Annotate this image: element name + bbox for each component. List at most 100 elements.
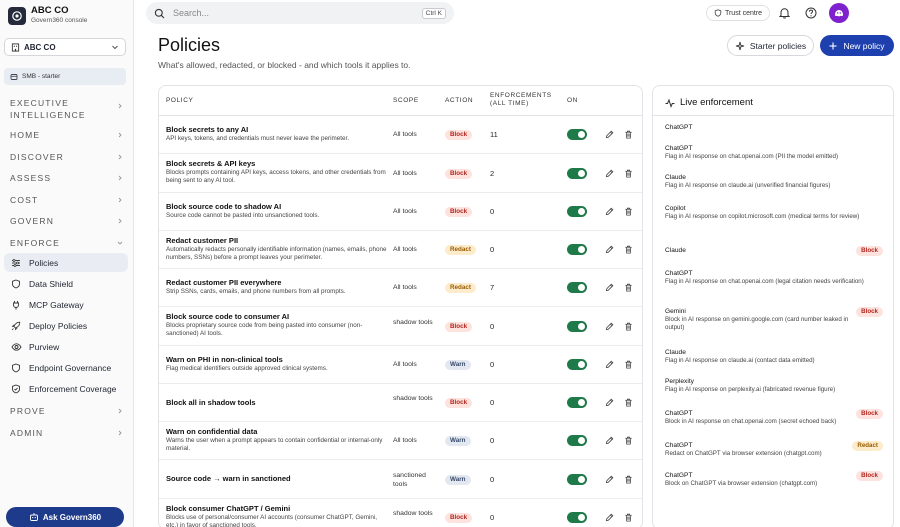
edit-icon[interactable] xyxy=(605,245,614,254)
table-row[interactable]: Redact customer PII Automatically redacts… xyxy=(159,231,642,269)
rocket-icon xyxy=(10,321,22,331)
table-row[interactable]: Warn on PHI in non-clinical tools Flag me… xyxy=(159,346,642,384)
search-bar[interactable]: Ctrl K xyxy=(146,2,454,24)
column-action[interactable]: ACTION xyxy=(445,97,473,105)
policy-enabled-toggle[interactable] xyxy=(567,474,587,485)
column-policy[interactable]: POLICY xyxy=(166,97,193,105)
edit-icon[interactable] xyxy=(605,207,614,216)
delete-icon[interactable] xyxy=(624,436,633,445)
delete-icon[interactable] xyxy=(624,360,633,369)
nav-home[interactable]: HOME xyxy=(10,129,123,141)
nav-assess[interactable]: ASSESS xyxy=(10,172,123,184)
nav-cost[interactable]: COST xyxy=(10,194,123,206)
table-row[interactable]: Source code → warn in sanctioned sanction… xyxy=(159,460,642,499)
live-event[interactable]: Perplexity Flag in AI response on perplex… xyxy=(665,377,883,394)
edit-icon[interactable] xyxy=(605,169,614,178)
policy-enabled-toggle[interactable] xyxy=(567,397,587,408)
live-event[interactable]: Claude Block xyxy=(665,246,883,256)
table-row[interactable]: Warn on confidential data Warns the user … xyxy=(159,422,642,460)
policy-cell: Block all in shadow tools xyxy=(166,398,388,407)
table-row[interactable]: Block all in shadow tools shadow tools Blo… xyxy=(159,384,642,422)
plan-icon xyxy=(10,73,18,81)
policy-cell: Redact customer PII Automatically redacts… xyxy=(166,236,388,262)
page-title: Policies xyxy=(158,35,221,55)
live-event[interactable]: Claude Flag in AI response on claude.ai (… xyxy=(665,173,883,190)
edit-icon[interactable] xyxy=(605,283,614,292)
nav-item-policies[interactable]: Policies xyxy=(4,253,128,272)
table-row[interactable]: Block secrets to any AI API keys, tokens,… xyxy=(159,116,642,154)
starter-policies-button[interactable]: Starter policies xyxy=(727,35,814,56)
ask-govern360-button[interactable]: Ask Govern360 xyxy=(6,507,124,527)
policy-enabled-toggle[interactable] xyxy=(567,321,587,332)
nav-enforce[interactable]: ENFORCE xyxy=(10,237,123,249)
table-row[interactable]: Block consumer ChatGPT / Gemini Blocks us… xyxy=(159,499,642,527)
nav-item-data-shield[interactable]: Data Shield xyxy=(4,274,128,293)
policy-enabled-toggle[interactable] xyxy=(567,435,587,446)
policy-enabled-toggle[interactable] xyxy=(567,168,587,179)
policy-enabled-toggle[interactable] xyxy=(567,244,587,255)
delete-icon[interactable] xyxy=(624,169,633,178)
live-event[interactable]: Gemini Block in AI response on gemini.goo… xyxy=(665,307,883,332)
column-enforcements[interactable]: ENFORCEMENTS (ALL TIME) xyxy=(490,92,552,108)
nav-item-endpoint-governance[interactable]: Endpoint Governance xyxy=(4,358,128,377)
brand[interactable]: ABC CO Govern360 console xyxy=(8,6,87,25)
nav-item-deploy-policies[interactable]: Deploy Policies xyxy=(4,316,128,335)
nav-discover[interactable]: DISCOVER xyxy=(10,151,123,163)
live-event[interactable]: ChatGPT Block on ChatGPT via browser exte… xyxy=(665,471,883,488)
live-event[interactable]: ChatGPT Block in AI response on chat.open… xyxy=(665,409,883,426)
trust-centre-button[interactable]: Trust centre xyxy=(706,5,770,21)
help-icon[interactable] xyxy=(805,7,817,19)
live-event[interactable]: Claude Flag in AI response on claude.ai (… xyxy=(665,348,883,365)
policy-cell: Block consumer ChatGPT / Gemini Blocks us… xyxy=(166,504,388,527)
enforcement-count: 0 xyxy=(490,475,495,484)
new-policy-button[interactable]: New policy xyxy=(820,35,894,56)
tenant-selector[interactable]: ABC CO xyxy=(4,38,126,56)
edit-icon[interactable] xyxy=(605,130,614,139)
policy-enabled-toggle[interactable] xyxy=(567,512,587,523)
avatar[interactable] xyxy=(829,3,849,23)
live-event[interactable]: ChatGPT xyxy=(665,123,883,132)
column-on[interactable]: ON xyxy=(567,97,578,105)
column-scope[interactable]: SCOPE xyxy=(393,97,419,105)
edit-icon[interactable] xyxy=(605,322,614,331)
delete-icon[interactable] xyxy=(624,513,633,522)
nav-item-label: Enforcement Coverage xyxy=(29,383,117,394)
nav-item-enforcement-coverage[interactable]: Enforcement Coverage xyxy=(4,379,128,398)
edit-icon[interactable] xyxy=(605,513,614,522)
nav-item-purview[interactable]: Purview xyxy=(4,337,128,356)
delete-icon[interactable] xyxy=(624,475,633,484)
bell-icon[interactable] xyxy=(779,7,790,19)
delete-icon[interactable] xyxy=(624,207,633,216)
live-event[interactable]: ChatGPT Redact on ChatGPT via browser ext… xyxy=(665,441,883,458)
nav-admin[interactable]: ADMIN xyxy=(10,427,123,439)
nav-item-mcp-gateway[interactable]: MCP Gateway xyxy=(4,295,128,314)
table-row[interactable]: Block source code to consumer AI Blocks p… xyxy=(159,307,642,346)
edit-icon[interactable] xyxy=(605,360,614,369)
live-event[interactable]: ChatGPT Flag in AI response on chat.opena… xyxy=(665,269,883,286)
policy-enabled-toggle[interactable] xyxy=(567,129,587,140)
event-badge: Block xyxy=(856,246,883,256)
table-row[interactable]: Redact customer PII everywhere Strip SSNs… xyxy=(159,269,642,307)
nav-govern[interactable]: GOVERN xyxy=(10,215,123,227)
policy-enabled-toggle[interactable] xyxy=(567,359,587,370)
nav-prove[interactable]: PROVE xyxy=(10,405,123,417)
delete-icon[interactable] xyxy=(624,398,633,407)
search-input[interactable] xyxy=(173,8,422,18)
delete-icon[interactable] xyxy=(624,283,633,292)
policy-scope: shadow tools xyxy=(393,510,433,517)
table-row[interactable]: Block secrets & API keys Blocks prompts c… xyxy=(159,154,642,193)
policy-enabled-toggle[interactable] xyxy=(567,206,587,217)
policy-scope: shadow tools xyxy=(393,395,433,402)
table-row[interactable]: Block source code to shadow AI Source cod… xyxy=(159,193,642,231)
live-event[interactable]: Copilot Flag in AI response on copilot.mi… xyxy=(665,204,883,221)
policy-enabled-toggle[interactable] xyxy=(567,282,587,293)
edit-icon[interactable] xyxy=(605,475,614,484)
edit-icon[interactable] xyxy=(605,436,614,445)
delete-icon[interactable] xyxy=(624,130,633,139)
policy-title: Redact customer PII everywhere xyxy=(166,278,282,287)
edit-icon[interactable] xyxy=(605,398,614,407)
nav-executive-intelligence[interactable]: EXECUTIVE INTELLIGENCE xyxy=(10,97,123,121)
live-event[interactable]: ChatGPT Flag in AI response on chat.opena… xyxy=(665,144,883,161)
delete-icon[interactable] xyxy=(624,322,633,331)
delete-icon[interactable] xyxy=(624,245,633,254)
